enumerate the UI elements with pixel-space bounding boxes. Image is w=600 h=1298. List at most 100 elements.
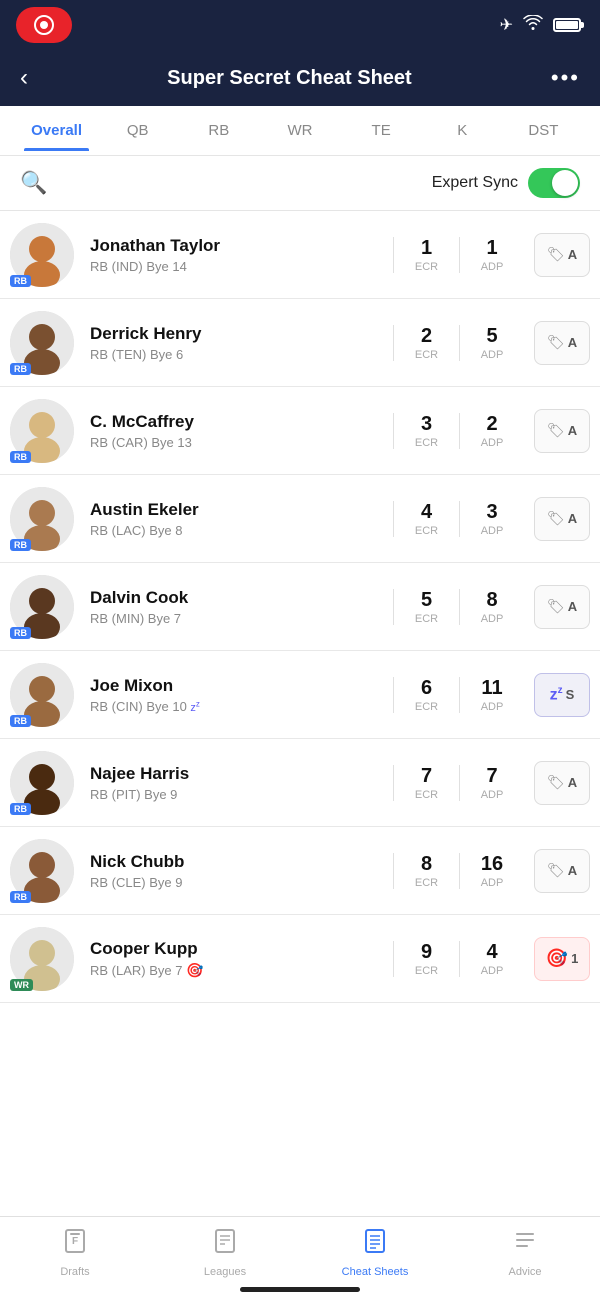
page-title: Super Secret Cheat Sheet [167,67,412,90]
player-info[interactable]: Cooper Kupp RB (LAR) Bye 7 🎯 [78,939,393,979]
player-avatar-wrap: RB [10,575,78,639]
bottom-nav-leagues[interactable]: Leagues [150,1227,300,1278]
position-badge: RB [10,275,31,287]
player-action-button[interactable]: 🎯1 [534,937,590,981]
ecr-stat: 7 ECR [394,765,459,801]
player-row: WR Cooper Kupp RB (LAR) Bye 7 🎯 9 ECR 4 … [0,915,600,1003]
tab-wr[interactable]: WR [259,110,340,151]
position-badge: RB [10,627,31,639]
cheatsheets-icon [361,1227,389,1262]
record-dot-icon [40,21,48,29]
bottom-nav: F Drafts Leagues Cheat She [0,1216,600,1298]
player-name: Cooper Kupp [90,939,393,959]
player-avatar-wrap: WR [10,927,78,991]
player-list: RB Jonathan Taylor RB (IND) Bye 14 1 ECR… [0,211,600,1003]
svg-text:F: F [72,1236,78,1247]
wifi-icon [523,15,543,36]
player-name: Nick Chubb [90,852,393,872]
player-action-button[interactable]: 🏷A [534,849,590,893]
player-name: C. McCaffrey [90,412,393,432]
player-info[interactable]: Austin Ekeler RB (LAC) Bye 8 [78,500,393,538]
adp-stat: 8 ADP [459,589,524,625]
ecr-stat: 9 ECR [394,941,459,977]
position-tabs: Overall QB RB WR TE K DST [0,106,600,156]
player-meta: RB (IND) Bye 14 [90,259,393,274]
position-badge: RB [10,891,31,903]
tab-k[interactable]: K [422,110,503,151]
adp-stat: 2 ADP [459,413,524,449]
search-icon: 🔍 [20,170,47,196]
bottom-nav-advice[interactable]: Advice [450,1227,600,1278]
tag-icon: 🏷 [547,422,565,439]
tag-icon: 🏷 [547,510,565,527]
tag-icon: 🏷 [547,334,565,351]
player-meta: RB (CAR) Bye 13 [90,435,393,450]
status-bar: ✈ [0,0,600,50]
adp-stat: 16 ADP [459,853,524,889]
player-stats: 3 ECR 2 ADP [393,413,524,449]
tab-overall[interactable]: Overall [16,110,97,151]
player-row: RB Dalvin Cook RB (MIN) Bye 7 5 ECR 8 AD… [0,563,600,651]
player-avatar-wrap: RB [10,487,78,551]
tab-te[interactable]: TE [341,110,422,151]
tab-dst[interactable]: DST [503,110,584,151]
more-button[interactable]: ••• [551,65,580,91]
player-info[interactable]: Dalvin Cook RB (MIN) Bye 7 [78,588,393,626]
advice-label: Advice [508,1266,541,1278]
player-stats: 8 ECR 16 ADP [393,853,524,889]
player-name: Najee Harris [90,764,393,784]
expert-sync-group: Expert Sync [432,168,580,198]
status-bar-right: ✈ [500,15,584,36]
player-action-button[interactable]: 🏷A [534,497,590,541]
expert-sync-toggle[interactable] [528,168,580,198]
record-button[interactable] [16,7,72,43]
adp-stat: 1 ADP [459,237,524,273]
bottom-nav-cheatsheets[interactable]: Cheat Sheets [300,1227,450,1278]
player-info[interactable]: Joe Mixon RB (CIN) Bye 10 zz [78,676,393,714]
player-action-button[interactable]: 🏷A [534,233,590,277]
position-badge: RB [10,363,31,375]
status-bar-left [16,7,72,43]
position-badge: RB [10,803,31,815]
player-name: Dalvin Cook [90,588,393,608]
player-row: RB C. McCaffrey RB (CAR) Bye 13 3 ECR 2 … [0,387,600,475]
player-info[interactable]: Nick Chubb RB (CLE) Bye 9 [78,852,393,890]
nav-bar: ‹ Super Secret Cheat Sheet ••• [0,50,600,106]
player-action-button[interactable]: 🏷A [534,321,590,365]
position-badge: RB [10,715,31,727]
search-wrap[interactable]: 🔍 [20,170,47,196]
ecr-stat: 2 ECR [394,325,459,361]
player-meta: RB (MIN) Bye 7 [90,611,393,626]
player-info[interactable]: Najee Harris RB (PIT) Bye 9 [78,764,393,802]
player-info[interactable]: Jonathan Taylor RB (IND) Bye 14 [78,236,393,274]
player-stats: 4 ECR 3 ADP [393,501,524,537]
tab-qb[interactable]: QB [97,110,178,151]
player-stats: 7 ECR 7 ADP [393,765,524,801]
leagues-icon [211,1227,239,1262]
position-badge: WR [10,979,33,991]
player-name: Austin Ekeler [90,500,393,520]
player-avatar-wrap: RB [10,751,78,815]
adp-stat: 5 ADP [459,325,524,361]
player-name: Joe Mixon [90,676,393,696]
player-action-button[interactable]: 🏷A [534,585,590,629]
player-avatar-wrap: RB [10,839,78,903]
ecr-stat: 1 ECR [394,237,459,273]
ecr-stat: 8 ECR [394,853,459,889]
bottom-nav-drafts[interactable]: F Drafts [0,1227,150,1278]
player-action-button[interactable]: 🏷A [534,409,590,453]
player-action-button[interactable]: 🏷A [534,761,590,805]
player-meta: RB (PIT) Bye 9 [90,787,393,802]
player-info[interactable]: Derrick Henry RB (TEN) Bye 6 [78,324,393,362]
player-stats: 2 ECR 5 ADP [393,325,524,361]
back-button[interactable]: ‹ [20,64,28,92]
tag-icon: 🏷 [547,862,565,879]
player-action-button[interactable]: zzS [534,673,590,717]
position-badge: RB [10,539,31,551]
player-row: RB Derrick Henry RB (TEN) Bye 6 2 ECR 5 … [0,299,600,387]
tab-rb[interactable]: RB [178,110,259,151]
home-indicator [240,1287,360,1292]
player-info[interactable]: C. McCaffrey RB (CAR) Bye 13 [78,412,393,450]
player-row: RB Najee Harris RB (PIT) Bye 9 7 ECR 7 A… [0,739,600,827]
adp-stat: 11 ADP [459,677,524,713]
